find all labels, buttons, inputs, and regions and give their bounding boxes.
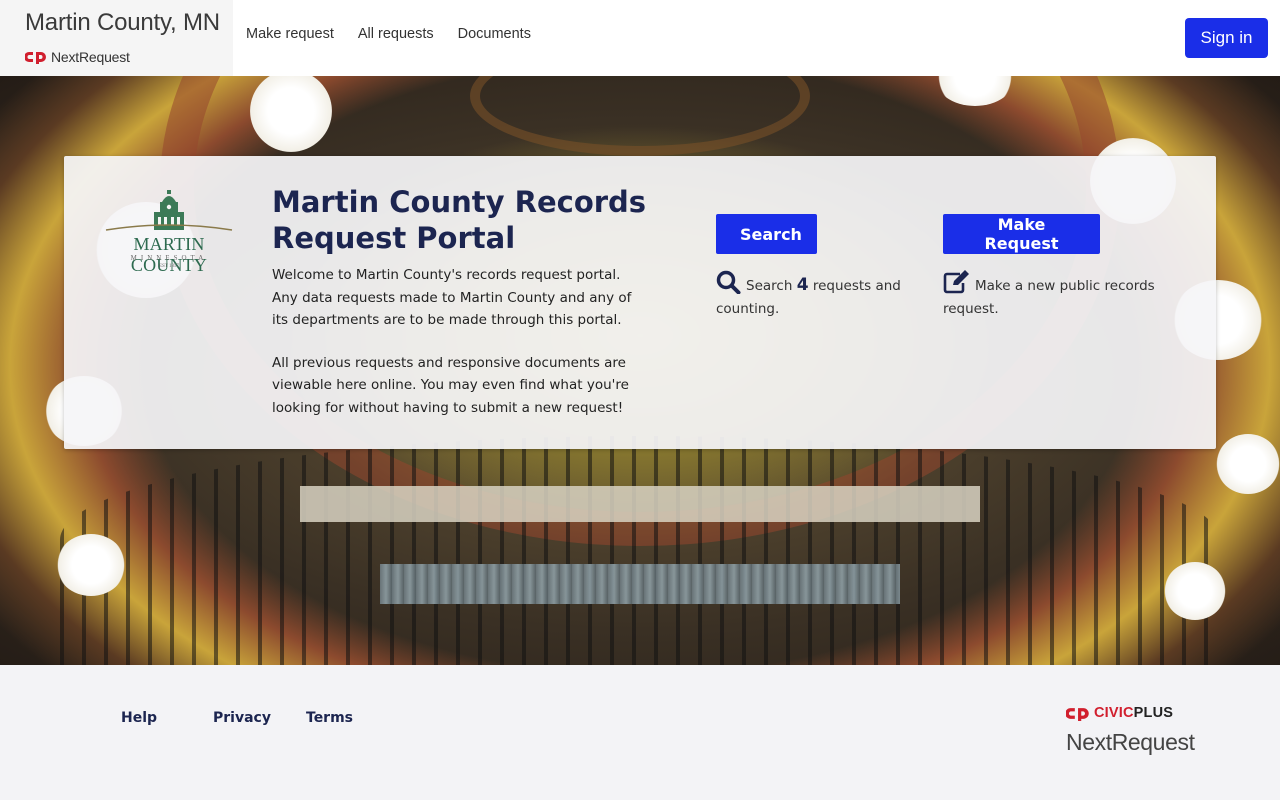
nextrequest-wordmark: NextRequest — [1066, 729, 1195, 755]
request-count: 4 — [796, 275, 809, 295]
footer-link-help[interactable]: Help — [121, 710, 213, 726]
light-bulb — [56, 534, 126, 596]
search-button[interactable]: Search — [716, 214, 817, 254]
site-footer: Help Privacy Terms CIVICPLUS NextRequest — [0, 665, 1280, 800]
light-bulb — [1164, 562, 1226, 620]
search-description: Search 4 requests and counting. — [716, 270, 916, 320]
intro-text: Welcome to Martin County's records reque… — [272, 264, 632, 419]
nav-documents[interactable]: Documents — [458, 26, 531, 42]
nav-make-request[interactable]: Make request — [246, 26, 334, 42]
civicplus-logo-icon — [1066, 707, 1089, 721]
plus-word: PLUS — [1133, 705, 1174, 721]
balcony-railing — [60, 436, 1220, 665]
civicplus-logo[interactable]: CIVICPLUS — [1066, 705, 1173, 721]
seal-established: EST 1857 — [158, 264, 180, 269]
brand-block[interactable]: Martin County, MN NextRequest — [0, 0, 233, 76]
courthouse-icon — [105, 190, 233, 231]
edit-icon — [943, 270, 969, 294]
main-nav: Make request All requests Documents — [246, 26, 531, 42]
civic-word: CIVIC — [1094, 705, 1134, 721]
search-text-before: Search — [746, 278, 793, 294]
search-icon — [716, 270, 741, 294]
hero-background: MARTIN COUNTY MINNESOTA EST 1857 Martin … — [0, 76, 1280, 665]
site-header: Martin County, MN NextRequest Make reque… — [0, 0, 1280, 76]
make-request-text: Make a new public records request. — [943, 278, 1155, 317]
frieze-decoration — [380, 564, 900, 604]
light-bulb — [1216, 434, 1280, 494]
civicplus-wordmark: CIVICPLUS — [1094, 705, 1173, 721]
county-seal: MARTIN COUNTY MINNESOTA EST 1857 — [98, 190, 240, 275]
make-request-button[interactable]: Make Request — [943, 214, 1100, 254]
intro-paragraph: All previous requests and responsive doc… — [272, 354, 629, 416]
welcome-card: MARTIN COUNTY MINNESOTA EST 1857 Martin … — [64, 156, 1216, 449]
footer-link-terms[interactable]: Terms — [306, 710, 353, 726]
frieze-decoration — [300, 486, 980, 522]
nextrequest-logo: NextRequest — [25, 49, 130, 65]
civicplus-logo-icon — [25, 52, 46, 64]
footer-links: Help Privacy Terms — [121, 710, 353, 726]
page-title: Martin County Records Request Portal — [272, 185, 647, 255]
brand-logo-text: NextRequest — [51, 49, 130, 65]
seal-state: MINNESOTA — [130, 254, 208, 262]
nav-all-requests[interactable]: All requests — [358, 26, 434, 42]
footer-link-privacy[interactable]: Privacy — [213, 710, 306, 726]
brand-name[interactable]: Martin County, MN — [25, 9, 220, 37]
sign-in-button[interactable]: Sign in — [1185, 18, 1268, 58]
make-request-description: Make a new public records request. — [943, 270, 1173, 320]
intro-paragraph: Welcome to Martin County's records reque… — [272, 267, 632, 328]
search-text-after: requests and counting. — [716, 278, 901, 317]
